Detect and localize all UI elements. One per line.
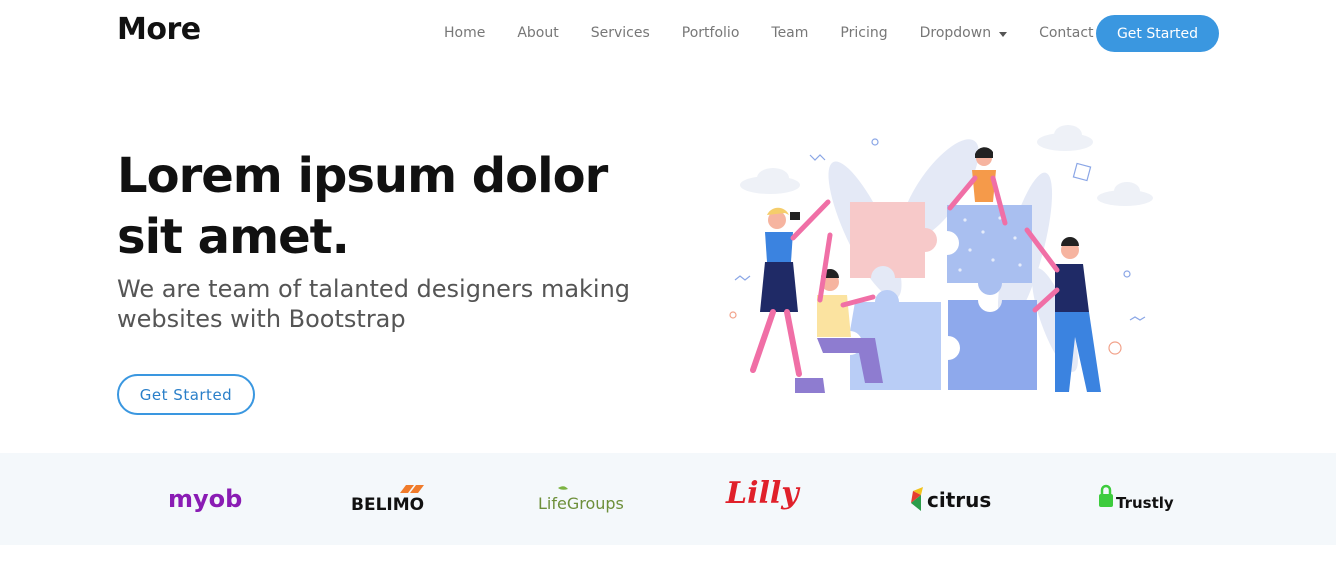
lilly-logo-text: Lilly xyxy=(725,476,801,511)
nav-services[interactable]: Services xyxy=(591,25,650,41)
caret-down-icon xyxy=(999,31,1008,37)
get-started-nav-button[interactable]: Get Started xyxy=(1096,15,1219,52)
main-nav: Home About Services Portfolio Team Prici… xyxy=(430,0,1126,66)
client-belimo[interactable]: BELIMO xyxy=(345,475,437,523)
lilly-logo-icon: Lilly xyxy=(725,476,801,511)
client-lifegroups[interactable]: LifeGroups xyxy=(530,475,626,523)
site-logo[interactable]: More xyxy=(117,12,201,47)
lifegroups-logo-text: LifeGroups xyxy=(538,494,624,513)
client-citrus[interactable]: citrus xyxy=(905,475,997,523)
nav-dropdown[interactable]: Dropdown xyxy=(919,25,1008,41)
nav-contact[interactable]: Contact xyxy=(1039,25,1093,41)
nav-about[interactable]: About xyxy=(517,25,558,41)
client-trustly[interactable]: Trustly xyxy=(1092,475,1188,523)
hero-subtitle: We are team of talanted designers making… xyxy=(117,275,631,333)
get-started-hero-button[interactable]: Get Started xyxy=(117,374,255,415)
nav-pricing[interactable]: Pricing xyxy=(840,25,887,41)
trustly-logo-text: Trustly xyxy=(1116,494,1174,512)
nav-home[interactable]: Home xyxy=(444,25,485,41)
clients-section: myob BELIMO LifeGroups Lilly citrus Trus… xyxy=(0,453,1336,545)
citrus-logo-icon: citrus xyxy=(911,487,991,512)
nav-portfolio[interactable]: Portfolio xyxy=(682,25,740,41)
lifegroups-logo-icon: LifeGroups xyxy=(538,486,624,513)
belimo-logo-text: BELIMO xyxy=(351,495,424,515)
trustly-logo-icon: Trustly xyxy=(1099,484,1174,512)
hero-title: Lorem ipsum dolor sit amet. xyxy=(117,148,608,265)
nav-team[interactable]: Team xyxy=(771,25,808,41)
belimo-logo-icon: BELIMO xyxy=(351,485,424,515)
client-myob[interactable]: myob xyxy=(160,475,252,523)
myob-logo-icon: myob xyxy=(168,485,242,513)
myob-logo-text: myob xyxy=(168,485,242,513)
team-puzzle-illustration xyxy=(729,125,1153,393)
nav-dropdown-label: Dropdown xyxy=(919,25,992,41)
client-lilly[interactable]: Lilly xyxy=(720,471,812,519)
citrus-logo-text: citrus xyxy=(927,488,991,512)
site-header: More Home About Services Portfolio Team … xyxy=(0,0,1336,66)
